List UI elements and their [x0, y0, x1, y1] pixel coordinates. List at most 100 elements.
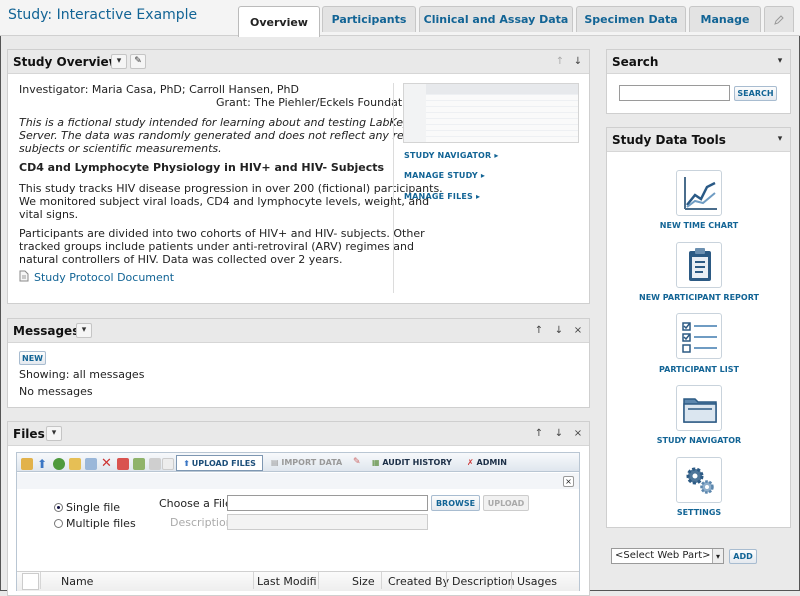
column-separator — [318, 572, 319, 589]
chevron-down-icon: ▾ — [81, 325, 87, 335]
single-file-radio[interactable] — [54, 503, 63, 512]
admin-tools-icon: ✗ — [467, 458, 474, 467]
download-icon[interactable] — [85, 458, 97, 470]
messages-menu-button[interactable]: ▾ — [76, 323, 92, 338]
rename-icon[interactable] — [133, 458, 145, 470]
study-navigator-icon[interactable] — [676, 385, 722, 431]
showing-value: all messages — [72, 368, 145, 381]
search-input[interactable] — [619, 85, 730, 101]
move-down-icon[interactable]: ↓ — [552, 324, 566, 338]
column-created-by[interactable]: Created By — [388, 575, 449, 588]
study-navigator-thumbnail[interactable] — [403, 83, 579, 143]
close-icon[interactable]: × — [571, 427, 585, 441]
search-menu-button[interactable]: ▾ — [772, 54, 788, 69]
up-arrow-icon[interactable]: ⬆ — [37, 458, 49, 470]
study-navigator-tool-link[interactable]: STUDY NAVIGATOR — [609, 436, 789, 445]
chevron-down-icon[interactable]: ▾ — [712, 549, 723, 563]
new-message-button[interactable]: NEW — [19, 351, 46, 365]
study-navigator-link[interactable]: STUDY NAVIGATOR ▸ — [404, 151, 499, 160]
tab-overview[interactable]: Overview — [238, 6, 320, 37]
edit-webpart-button[interactable]: ✎ — [130, 54, 146, 69]
move-icon[interactable] — [117, 458, 129, 470]
properties-icon[interactable] — [149, 458, 161, 470]
multiple-files-radio[interactable] — [54, 519, 63, 528]
admin-button[interactable]: ✗ ADMIN — [467, 458, 507, 467]
chevron-right-icon: ▸ — [494, 151, 499, 160]
para2-line-3: natural controllers of HIV. Data was col… — [19, 253, 343, 266]
webpart-menu-button[interactable]: ▾ — [111, 54, 127, 69]
folder-tree-icon[interactable] — [21, 458, 33, 470]
participant-list-link[interactable]: PARTICIPANT LIST — [609, 365, 789, 374]
new-participant-report-link[interactable]: NEW PARTICIPANT REPORT — [609, 293, 789, 302]
intro-line-1: This is a fictional study intended for l… — [19, 116, 410, 129]
search-button[interactable]: SEARCH — [734, 86, 777, 101]
edit-tabs-button[interactable] — [764, 6, 794, 32]
para2-line-2: tracked groups include patients under an… — [19, 240, 414, 253]
import-data-label: IMPORT DATA — [281, 458, 343, 467]
study-navigator-link-label: STUDY NAVIGATOR — [404, 151, 492, 160]
column-separator — [381, 572, 382, 589]
tab-overview-label: Overview — [250, 15, 308, 29]
thumbnail-header-row — [404, 84, 578, 94]
files-title: Files — [13, 427, 45, 441]
import-data-button[interactable]: ▤ IMPORT DATA — [271, 458, 342, 467]
para2-line-1: Participants are divided into two cohort… — [19, 227, 425, 240]
new-folder-icon[interactable] — [69, 458, 81, 470]
files-menu-button[interactable]: ▾ — [46, 426, 62, 441]
add-web-part-button[interactable]: ADD — [729, 549, 757, 564]
select-web-part-dropdown[interactable]: <Select Web Part> — [611, 548, 724, 564]
column-description[interactable]: Description — [452, 575, 515, 588]
browse-button[interactable]: BROWSE — [431, 495, 480, 511]
delete-icon[interactable]: ✕ — [101, 457, 113, 470]
tab-specimen-label: Specimen Data — [584, 13, 678, 26]
no-messages-text: No messages — [19, 385, 93, 398]
search-title: Search — [612, 55, 659, 69]
intro-line-2: Server. The data was randomly generated … — [19, 129, 414, 142]
choose-file-input[interactable] — [227, 495, 428, 511]
move-up-icon[interactable]: ↑ — [532, 427, 546, 441]
tools-menu-button[interactable]: ▾ — [772, 132, 788, 147]
close-upload-icon[interactable]: × — [563, 476, 574, 487]
time-chart-graphic — [684, 177, 717, 210]
thumbnail-label-column — [404, 84, 426, 142]
upload-files-button[interactable]: ⬆ UPLOAD FILES — [176, 455, 263, 471]
new-time-chart-link[interactable]: NEW TIME CHART — [609, 221, 789, 230]
move-up-icon[interactable]: ↑ — [553, 55, 567, 69]
manage-files-link[interactable]: MANAGE FILES ▸ — [404, 192, 480, 201]
time-chart-icon[interactable] — [676, 170, 722, 216]
refresh-icon[interactable] — [53, 458, 65, 470]
audit-history-button[interactable]: ▦ AUDIT HISTORY — [372, 458, 452, 467]
settings-link[interactable]: SETTINGS — [609, 508, 789, 517]
select-all-checkbox[interactable] — [22, 573, 39, 590]
upload-button[interactable]: UPLOAD — [483, 495, 529, 511]
column-size[interactable]: Size — [352, 575, 375, 588]
tab-manage[interactable]: Manage — [689, 6, 761, 32]
tab-specimen-data[interactable]: Specimen Data — [576, 6, 686, 32]
study-title[interactable]: Study: Interactive Example — [8, 7, 197, 23]
participant-list-icon[interactable] — [676, 313, 722, 359]
settings-icon[interactable] — [676, 457, 722, 503]
chevron-right-icon: ▸ — [476, 192, 481, 201]
para1-line-2: We monitored subject viral loads, CD4 an… — [19, 195, 430, 208]
select-web-part-value: <Select Web Part> — [615, 550, 711, 561]
column-separator — [40, 572, 41, 589]
column-usages[interactable]: Usages — [517, 575, 557, 588]
column-name[interactable]: Name — [61, 575, 93, 588]
manage-study-link[interactable]: MANAGE STUDY ▸ — [404, 171, 485, 180]
protocol-document-link[interactable]: Study Protocol Document — [34, 271, 174, 284]
edit-icon[interactable]: ✎ — [353, 457, 361, 467]
study-heading: CD4 and Lymphocyte Physiology in HIV+ an… — [19, 161, 385, 174]
move-down-icon[interactable]: ↓ — [552, 427, 566, 441]
tab-clinical-assay-data[interactable]: Clinical and Assay Data — [419, 6, 573, 32]
participant-report-icon[interactable] — [676, 242, 722, 288]
move-up-icon[interactable]: ↑ — [532, 324, 546, 338]
column-last-modified[interactable]: Last Modified — [257, 575, 317, 588]
move-down-icon[interactable]: ↓ — [571, 55, 585, 69]
upload-files-label: UPLOAD FILES — [191, 458, 256, 468]
details-icon[interactable] — [162, 458, 174, 470]
close-icon[interactable]: × — [571, 324, 585, 338]
description-input[interactable] — [227, 514, 428, 530]
tab-clinical-label: Clinical and Assay Data — [423, 13, 569, 26]
tab-participants[interactable]: Participants — [322, 6, 416, 32]
upload-area-header — [17, 473, 579, 489]
